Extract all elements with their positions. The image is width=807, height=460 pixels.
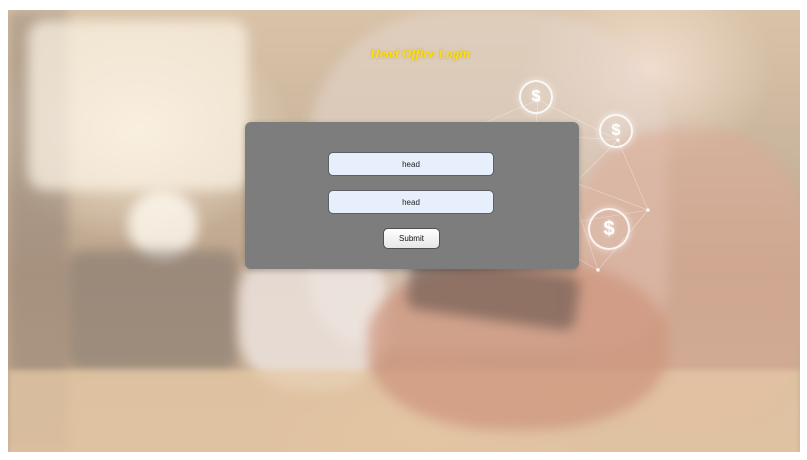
dollar-coin-icon: $ <box>599 114 633 148</box>
submit-button[interactable]: Submit <box>383 228 440 249</box>
username-input[interactable] <box>328 152 494 176</box>
dollar-coin-icon: $ <box>588 208 630 250</box>
background-window <box>28 20 248 190</box>
background-shelf <box>68 250 238 370</box>
password-input[interactable] <box>328 190 494 214</box>
background-photo: $ $ $ Head Office Login Submit <box>8 10 800 452</box>
dollar-coin-icon: $ <box>519 80 553 114</box>
page-title: Head Office Login <box>369 46 471 61</box>
dollar-symbol: $ <box>603 217 615 240</box>
login-form-panel: Submit <box>245 122 579 269</box>
dollar-symbol: $ <box>611 122 621 139</box>
dollar-symbol: $ <box>531 88 541 105</box>
